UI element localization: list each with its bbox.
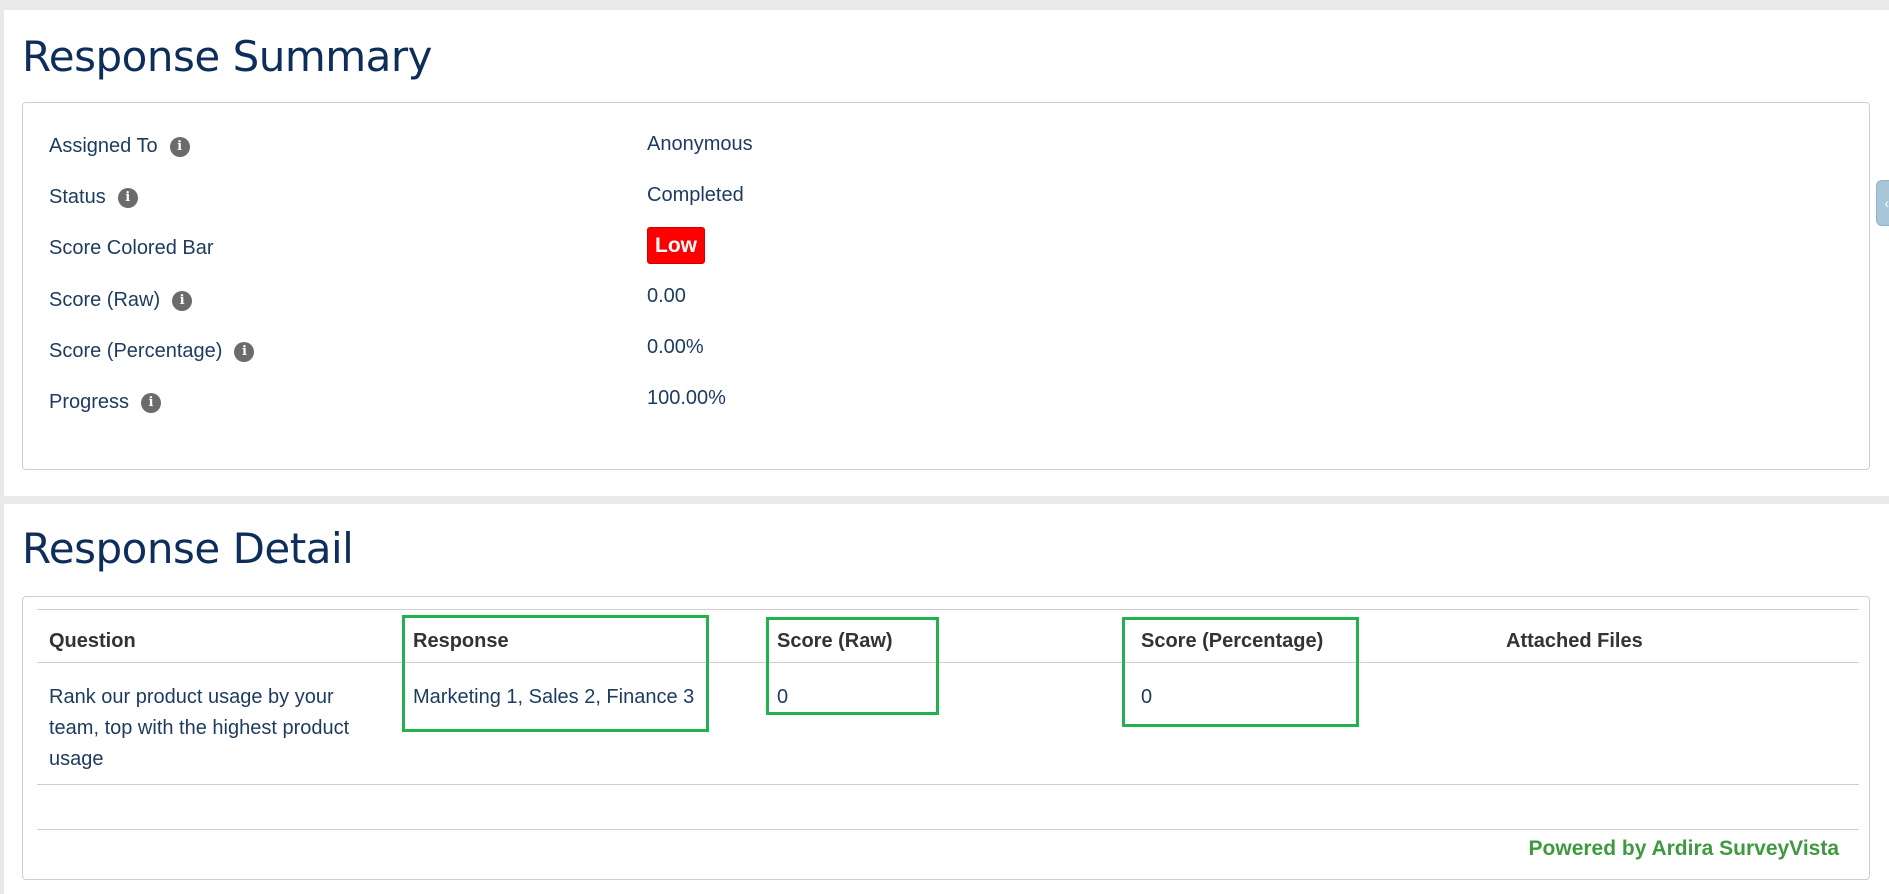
info-icon[interactable]: i: [169, 136, 190, 157]
field-value-progress: 100.00%: [647, 387, 726, 409]
field-label-text: Status: [49, 186, 106, 208]
field-label-status: Status i: [49, 186, 138, 209]
field-label-text: Score (Raw): [49, 289, 161, 311]
field-row-score-raw: Score (Raw) i 0.00: [23, 285, 1869, 327]
field-row-assigned-to: Assigned To i Anonymous: [23, 133, 1869, 173]
table-bottom-border: [37, 829, 1859, 830]
field-label-text: Score Colored Bar: [49, 237, 214, 259]
side-panel-toggle[interactable]: ‹: [1876, 180, 1889, 226]
highlight-box-score-raw: [766, 617, 939, 715]
field-label-assigned-to: Assigned To i: [49, 135, 190, 158]
field-label-text: Score (Percentage): [49, 340, 223, 362]
response-summary-panel: Response Summary Assigned To i Anonymous…: [4, 10, 1889, 496]
response-detail-panel: Response Detail Question Response Score …: [4, 504, 1889, 894]
response-summary-title: Response Summary: [22, 32, 433, 81]
response-detail-card: Question Response Score (Raw) Score (Per…: [22, 596, 1870, 880]
field-label-progress: Progress i: [49, 391, 162, 414]
field-value-status: Completed: [647, 184, 744, 206]
field-row-progress: Progress i 100.00%: [23, 387, 1869, 429]
info-icon[interactable]: i: [172, 290, 193, 311]
field-row-score-colored-bar: Score Colored Bar Low: [23, 227, 1869, 275]
chevron-left-icon: ‹: [1884, 195, 1889, 211]
score-low-badge: Low: [647, 227, 705, 264]
response-summary-card: Assigned To i Anonymous Status i Complet…: [22, 102, 1870, 470]
highlight-box-score-percentage: [1122, 617, 1359, 727]
field-value-assigned-to: Anonymous: [647, 133, 753, 155]
info-icon[interactable]: i: [234, 341, 255, 362]
response-detail-title: Response Detail: [22, 524, 354, 573]
field-label-text: Progress: [49, 391, 130, 413]
info-icon[interactable]: i: [141, 392, 162, 413]
field-label-score-percentage: Score (Percentage) i: [49, 340, 255, 363]
field-label-text: Assigned To: [49, 135, 158, 157]
info-icon[interactable]: i: [117, 187, 138, 208]
field-value-score-percentage: 0.00%: [647, 336, 704, 358]
field-row-score-percentage: Score (Percentage) i 0.00%: [23, 336, 1869, 378]
table-top-border: [37, 609, 1859, 610]
field-value-score-raw: 0.00: [647, 285, 686, 307]
field-label-score-raw: Score (Raw) i: [49, 289, 193, 312]
field-value-score-colored-bar: Low: [647, 227, 705, 264]
highlight-box-response: [402, 615, 709, 732]
column-header-question: Question: [49, 630, 136, 652]
field-row-status: Status i Completed: [23, 184, 1869, 224]
powered-by-text: Powered by Ardira SurveyVista: [1528, 837, 1839, 860]
table-row-divider: [37, 784, 1859, 785]
column-header-attached-files: Attached Files: [1506, 630, 1643, 652]
field-label-score-colored-bar: Score Colored Bar: [49, 237, 214, 260]
table-header-divider: [37, 662, 1859, 663]
cell-question: Rank our product usage by your team, top…: [49, 686, 350, 770]
